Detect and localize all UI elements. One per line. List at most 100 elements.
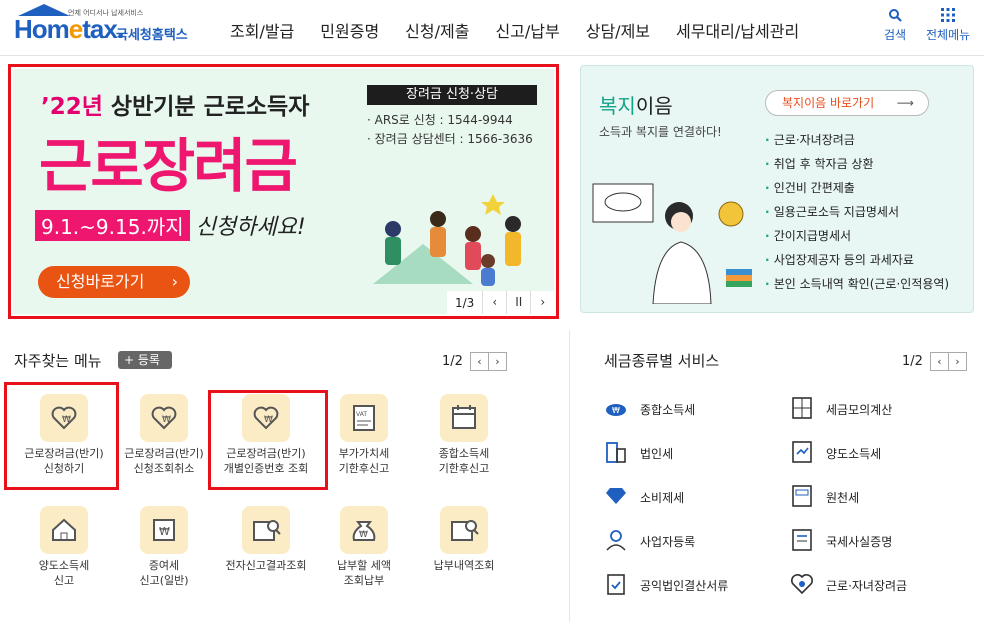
- menu-item-label-line1: 납부내역조회: [433, 559, 495, 572]
- banner-highlight-box: ’22년 상반기분 근로소득자 근로장려금 장려금 신청·상담 · ARS로 신…: [8, 64, 559, 319]
- banner-page-indicator: 1/3: [455, 295, 475, 310]
- menu-item-eitc-auth[interactable]: ₩ 근로장려금(반기) 개별인증번호 조회: [214, 394, 318, 476]
- banner-next-button[interactable]: ›: [530, 291, 554, 314]
- banner-prev-button[interactable]: ‹: [482, 291, 506, 314]
- banner-ars-line: · ARS로 신청 : 1544-9944: [367, 113, 513, 127]
- doc-search-icon: [242, 506, 290, 554]
- clipboard-check-icon: [607, 574, 625, 595]
- welfare-shortcut-button[interactable]: 복지이음 바로가기 ⟶: [765, 90, 929, 116]
- hometax-logo[interactable]: 언제 어디서나 납세서비스 Hometax. 국세청홈택스: [14, 4, 199, 50]
- menu-item-label: 증여세 신고(일반): [112, 558, 216, 588]
- menu-item-label: 근로장려금(반기) 신청조회취소: [112, 446, 216, 476]
- menu-item-income-late[interactable]: 종합소득세 기한후신고: [412, 394, 516, 476]
- main-banner[interactable]: ’22년 상반기분 근로소득자 근로장려금 장려금 신청·상담 · ARS로 신…: [13, 69, 554, 314]
- logo-subtitle: 국세청홈택스: [116, 28, 188, 43]
- all-menu-button[interactable]: 전체메뉴: [926, 8, 970, 43]
- nav-item-certificate[interactable]: 민원증명: [320, 18, 379, 42]
- search-button[interactable]: 검색: [884, 8, 906, 43]
- tax-link-label: 양도소득세: [826, 447, 882, 461]
- menu-item-transfer-tax[interactable]: 양도소득세 신고: [12, 506, 116, 588]
- house-pen-icon: [40, 506, 88, 554]
- menu-item-payment-history[interactable]: 납부내역조회: [412, 506, 516, 573]
- welfare-link[interactable]: 인건비 간편제출: [765, 176, 949, 200]
- svg-text:₩: ₩: [264, 415, 273, 425]
- logo-wordmark-a: Hom: [14, 14, 70, 44]
- logo-wordmark-e: e: [68, 14, 84, 44]
- tax-link-label: 사업자등록: [640, 535, 696, 549]
- tax-link-label: 세금모의계산: [826, 403, 893, 417]
- favorites-prev-button[interactable]: ‹: [469, 352, 489, 371]
- menu-item-efile-result[interactable]: 전자신고결과조회: [214, 506, 318, 573]
- menu-item-eitc-cancel[interactable]: ₩ 근로장려금(반기) 신청조회취소: [112, 394, 216, 476]
- banner-info-box: 장려금 신청·상담: [367, 85, 537, 105]
- welfare-link[interactable]: 일용근로소득 지급명세서: [765, 200, 949, 224]
- welfare-link[interactable]: 사업장제공자 등의 과세자료: [765, 248, 949, 272]
- certificate-icon: [792, 529, 812, 551]
- welfare-list: 근로·자녀장려금 취업 후 학자금 상환 인건비 간편제출 일용근로소득 지급명…: [765, 128, 949, 296]
- apply-shortcut-button[interactable]: 신청바로가기 ›: [38, 266, 190, 298]
- nav-item-consult[interactable]: 상담/제보: [586, 18, 650, 42]
- transfer-doc-icon: [792, 441, 812, 463]
- grid-menu-icon: [926, 8, 970, 22]
- menu-item-eitc-apply[interactable]: ₩ 근로장려금(반기) 신청하기: [12, 394, 116, 476]
- tax-services-prev-button[interactable]: ‹: [929, 352, 949, 371]
- banner-pause-button[interactable]: II: [506, 291, 530, 314]
- celebrating-people-illustration: [373, 194, 521, 286]
- welfare-link[interactable]: 본인 소득내역 확인(근로·인적용역): [765, 272, 949, 296]
- arrow-right-icon: ⟶: [896, 96, 914, 110]
- tax-link-label: 공익법인결산서류: [640, 579, 729, 593]
- banner-subtitle: ’22년 상반기분 근로소득자: [41, 87, 309, 121]
- menu-item-label-line1: 부가가치세: [338, 447, 390, 460]
- woman-with-coins-illustration: [592, 183, 752, 304]
- menu-item-label-line2: 조회납부: [343, 574, 385, 587]
- menu-item-gift-tax[interactable]: ₩ 증여세 신고(일반): [112, 506, 216, 588]
- svg-text:₩: ₩: [359, 530, 368, 540]
- menu-item-label: 부가가치세기한후신고: [312, 446, 416, 476]
- tax-services-next-button[interactable]: ›: [947, 352, 967, 371]
- banner-title: 근로장려금: [39, 132, 298, 200]
- menu-item-label-line2: 기한후신고: [338, 462, 390, 475]
- menu-item-label-line1: 근로장려금(반기): [226, 447, 306, 460]
- logo-wordmark: Hometax.: [14, 14, 124, 45]
- nav-item-filing[interactable]: 신고/납부: [495, 18, 559, 42]
- menu-item-label: 근로장려금(반기) 개별인증번호 조회: [214, 446, 318, 476]
- menu-item-label-line1: 양도소득세: [38, 559, 90, 572]
- welfare-link[interactable]: 간이지급명세서: [765, 224, 949, 248]
- receipt-search-icon: [440, 506, 488, 554]
- all-menu-label: 전체메뉴: [926, 28, 971, 42]
- section-divider: [569, 330, 570, 622]
- nav-item-inquiry[interactable]: 조회/발급: [230, 18, 294, 42]
- nav-item-application[interactable]: 신청/제출: [405, 18, 469, 42]
- welfare-link[interactable]: 근로·자녀장려금: [765, 128, 949, 152]
- menu-item-label-line1: 전자신고결과조회: [225, 559, 307, 572]
- calculator-icon: [792, 397, 812, 419]
- favorites-next-button[interactable]: ›: [487, 352, 507, 371]
- calendar-pen-icon: [440, 394, 488, 442]
- money-bag-icon: ₩: [340, 506, 388, 554]
- favorites-title: 자주찾는 메뉴: [14, 352, 102, 370]
- welfare-title-rest: 이음: [635, 94, 673, 118]
- welfare-shortcut-label: 복지이음 바로가기: [782, 96, 875, 110]
- search-label: 검색: [884, 28, 907, 42]
- banner-center-line: · 장려금 상담센터 : 1566-3636: [367, 132, 533, 146]
- menu-item-tax-payment[interactable]: ₩ 납부할 세액 조회납부: [312, 506, 416, 588]
- svg-text:₩: ₩: [159, 525, 170, 538]
- menu-item-vat-late[interactable]: VAT 부가가치세기한후신고: [312, 394, 416, 476]
- tax-services-pager: 1/2 ‹ ›: [902, 352, 967, 371]
- menu-item-label-line1: 근로장려금(반기): [124, 447, 204, 460]
- nav-item-agent[interactable]: 세무대리/납세관리: [676, 18, 799, 42]
- menu-item-label-line1: 근로장려금(반기): [24, 447, 104, 460]
- menu-item-label: 납부내역조회: [412, 558, 516, 573]
- vat-doc-icon: VAT: [340, 394, 388, 442]
- menu-item-label-line2: 신청하기: [43, 462, 85, 475]
- heart-badge-icon: ₩: [242, 394, 290, 442]
- welfare-link[interactable]: 취업 후 학자금 상환: [765, 152, 949, 176]
- menu-item-label: 근로장려금(반기) 신청하기: [12, 446, 116, 476]
- menu-item-label-line1: 증여세: [148, 559, 180, 572]
- banner-period-suffix: 신청하세요!: [195, 215, 306, 240]
- register-favorite-button[interactable]: + 등록: [118, 351, 172, 369]
- menu-item-label: 납부할 세액 조회납부: [312, 558, 416, 588]
- money-hand-icon: ₩: [606, 404, 626, 416]
- tax-link-label: 법인세: [640, 447, 674, 461]
- tax-link-label: 종합소득세: [640, 403, 696, 417]
